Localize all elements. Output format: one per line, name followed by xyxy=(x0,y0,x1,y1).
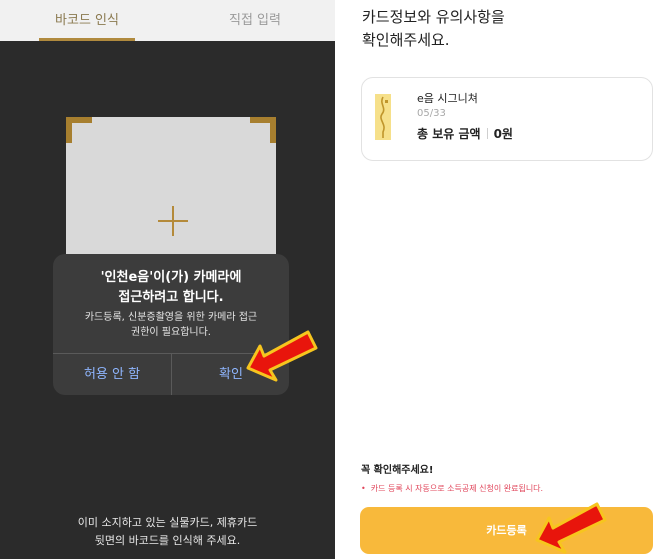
alert-title: '인천e음'이(가) 카메라에 접근하려고 합니다. xyxy=(100,270,242,305)
balance-label: 총 보유 금액 xyxy=(417,127,481,141)
card-name: e음 시그니쳐 xyxy=(417,92,478,105)
deny-button[interactable]: 허용 안 함 xyxy=(53,354,171,395)
balance-divider xyxy=(486,128,488,139)
page-title: 카드정보와 유의사항을 확인해주세요. xyxy=(362,8,505,49)
card-summary: e음 시그니쳐 05/33 총 보유 금액 0원 xyxy=(361,77,653,161)
plus-crosshair-icon-vertical xyxy=(172,206,174,236)
card-thumbnail xyxy=(375,94,391,140)
tab-barcode-scan[interactable]: 바코드 인식 xyxy=(39,0,135,41)
pointer-arrow-icon xyxy=(246,330,318,382)
scan-guide-text: 이미 소지하고 있는 실물카드, 제휴카드 뒷면의 바코드를 인식해 주세요. xyxy=(77,516,258,547)
notice-item-text: 카드 등록 시 자동으로 소득공제 신청이 완료됩니다. xyxy=(370,484,544,493)
barcode-scan-screen: 바코드 인식 직접 입력 '인천e음'이(가) 카메라에 접근하려고 합니다. … xyxy=(0,0,335,559)
card-confirm-screen: 카드정보와 유의사항을 확인해주세요. e음 시그니쳐 05/33 총 보유 금… xyxy=(335,0,661,559)
tab-bar: 바코드 인식 직접 입력 xyxy=(0,0,335,41)
card-date: 05/33 xyxy=(417,108,446,119)
active-tab-indicator xyxy=(39,38,135,41)
notice-item: • 카드 등록 시 자동으로 소득공제 신청이 완료됩니다. xyxy=(361,483,543,494)
frame-corner-top-left xyxy=(66,117,92,143)
bullet-dot-icon: • xyxy=(361,484,366,493)
notice-title: 꼭 확인해주세요! xyxy=(361,465,434,476)
tab-manual-entry[interactable]: 직접 입력 xyxy=(205,0,305,41)
frame-corner-top-right xyxy=(250,117,276,143)
pointer-arrow-icon-2 xyxy=(535,502,607,554)
card-balance: 총 보유 금액 0원 xyxy=(417,125,513,142)
balance-value: 0원 xyxy=(493,127,513,141)
